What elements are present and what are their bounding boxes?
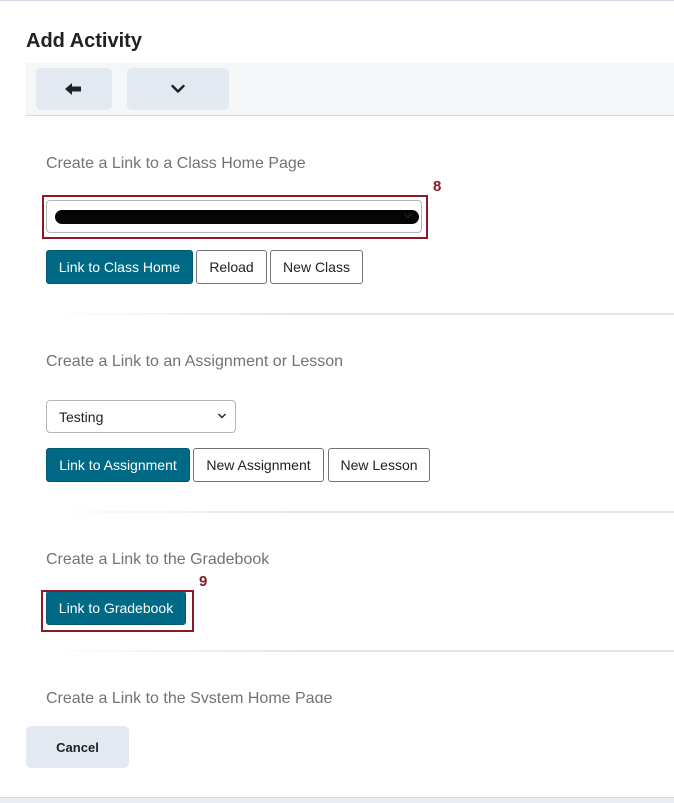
toolbar — [26, 63, 674, 116]
callout-number-8: 8 — [433, 178, 442, 195]
callout-number-9: 9 — [199, 573, 208, 590]
new-class-button[interactable]: New Class — [270, 250, 363, 284]
arrow-left-icon — [65, 83, 81, 95]
assignment-select[interactable]: Testing — [46, 400, 236, 433]
gradebook-section-label: Create a Link to the Gradebook — [46, 551, 270, 568]
back-button[interactable] — [36, 68, 112, 110]
dialog-top-border — [0, 0, 674, 3]
link-to-class-home-button[interactable]: Link to Class Home — [46, 250, 193, 284]
chevron-down-icon — [171, 84, 185, 93]
reload-button[interactable]: Reload — [196, 250, 267, 284]
section-divider — [46, 650, 674, 652]
assignment-select-value: Testing — [59, 408, 104, 425]
select-chevron-icon — [218, 413, 226, 419]
more-options-button[interactable] — [127, 68, 229, 110]
link-to-assignment-button[interactable]: Link to Assignment — [46, 448, 190, 482]
system-home-section-label: Create a Link to the System Home Page — [46, 690, 333, 703]
dialog-bottom-border — [0, 797, 674, 803]
new-lesson-button[interactable]: New Lesson — [328, 448, 430, 482]
assignment-section-label: Create a Link to an Assignment or Lesson — [46, 353, 344, 370]
dialog-title: Add Activity — [26, 30, 142, 52]
callout-box-8 — [42, 195, 428, 239]
class-home-section-label: Create a Link to a Class Home Page — [46, 155, 306, 172]
callout-box-9 — [41, 590, 194, 632]
new-assignment-button[interactable]: New Assignment — [193, 448, 324, 482]
section-divider — [46, 313, 674, 315]
cancel-button[interactable]: Cancel — [26, 726, 129, 768]
section-divider — [46, 511, 674, 513]
activity-scroll-area[interactable]: Create a Link to a Class Home Page 8 Lin… — [26, 117, 674, 703]
